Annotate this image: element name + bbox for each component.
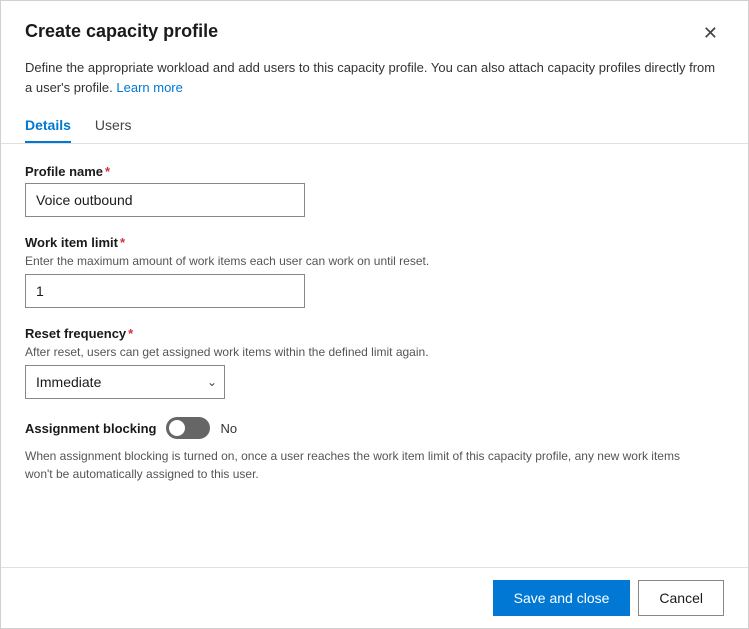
assignment-blocking-label: Assignment blocking (25, 421, 156, 436)
profile-name-input[interactable] (25, 183, 305, 217)
work-item-limit-hint: Enter the maximum amount of work items e… (25, 254, 724, 268)
modal-description: Define the appropriate workload and add … (1, 58, 748, 109)
assignment-blocking-status: No (220, 421, 237, 436)
save-and-close-button[interactable]: Save and close (493, 580, 631, 616)
tabs-container: Details Users (1, 109, 748, 144)
reset-frequency-select-wrapper: Immediate Daily Weekly Monthly ⌄ (25, 365, 225, 399)
modal-title: Create capacity profile (25, 21, 218, 42)
profile-name-group: Profile name* (25, 164, 724, 217)
reset-frequency-group: Reset frequency* After reset, users can … (25, 326, 724, 399)
required-star: * (105, 164, 110, 179)
tab-users[interactable]: Users (95, 109, 132, 143)
work-item-limit-group: Work item limit* Enter the maximum amoun… (25, 235, 724, 308)
cancel-button[interactable]: Cancel (638, 580, 724, 616)
assignment-blocking-group: Assignment blocking No When assignment b… (25, 417, 724, 483)
reset-frequency-select[interactable]: Immediate Daily Weekly Monthly (25, 365, 225, 399)
toggle-slider (166, 417, 210, 439)
modal-body: Profile name* Work item limit* Enter the… (1, 144, 748, 567)
learn-more-link[interactable]: Learn more (116, 80, 182, 95)
required-star-work: * (120, 235, 125, 250)
tab-details[interactable]: Details (25, 109, 71, 143)
reset-frequency-label: Reset frequency* (25, 326, 724, 341)
modal-overlay: Create capacity profile ✕ Define the app… (0, 0, 749, 629)
modal-header: Create capacity profile ✕ (1, 1, 748, 58)
assignment-blocking-toggle[interactable] (166, 417, 210, 439)
create-capacity-profile-modal: Create capacity profile ✕ Define the app… (0, 0, 749, 629)
assignment-blocking-row: Assignment blocking No (25, 417, 724, 439)
assignment-blocking-description: When assignment blocking is turned on, o… (25, 447, 685, 483)
close-icon: ✕ (703, 23, 718, 44)
reset-frequency-hint: After reset, users can get assigned work… (25, 345, 724, 359)
modal-footer: Save and close Cancel (1, 567, 748, 628)
profile-name-label: Profile name* (25, 164, 724, 179)
close-button[interactable]: ✕ (697, 21, 724, 46)
required-star-reset: * (128, 326, 133, 341)
work-item-limit-input[interactable] (25, 274, 305, 308)
work-item-limit-label: Work item limit* (25, 235, 724, 250)
